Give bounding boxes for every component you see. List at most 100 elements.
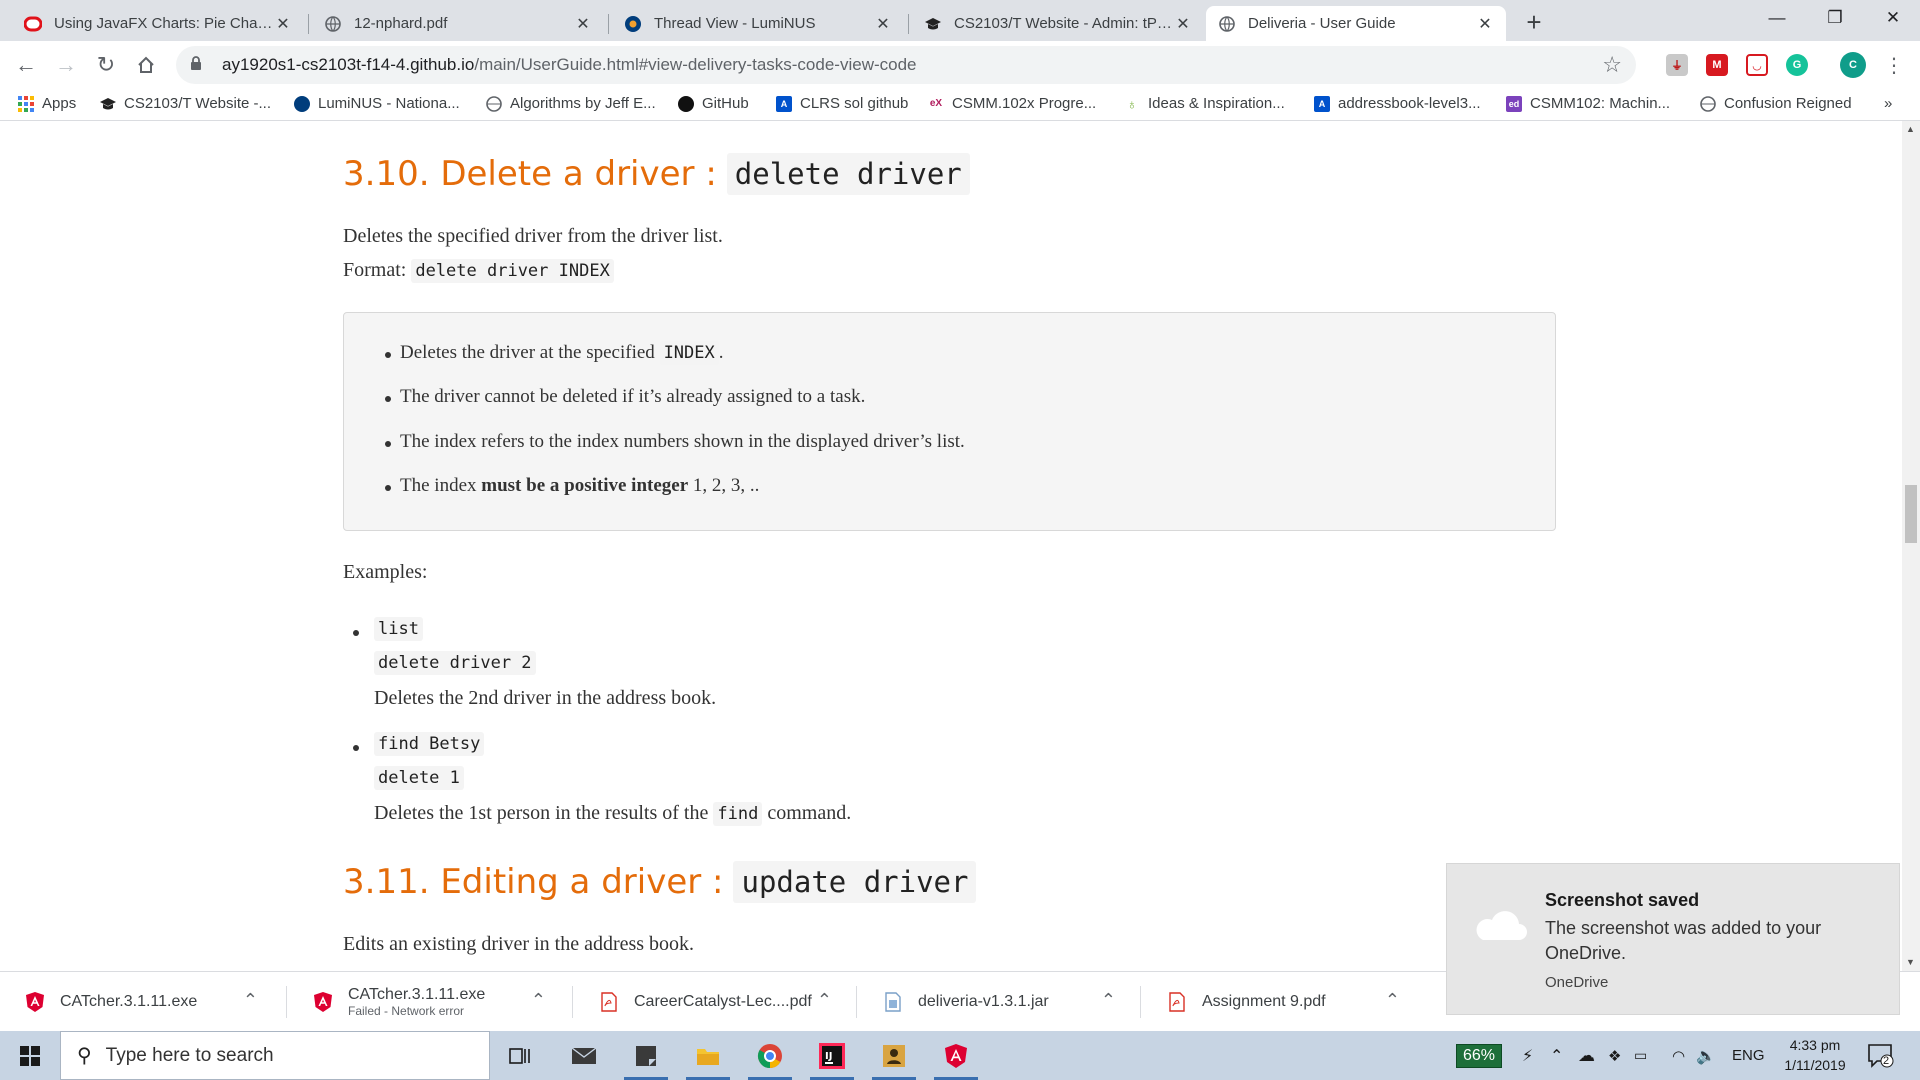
task-view-icon[interactable] — [492, 1031, 548, 1080]
notification-body: The screenshot was added to your OneDriv… — [1545, 918, 1822, 963]
download-item[interactable]: deliveria-v1.3.1.jar ⌃ — [858, 972, 1142, 1032]
pdf-icon — [598, 991, 620, 1013]
scroll-down-icon[interactable]: ▼ — [1906, 957, 1915, 967]
chevron-up-icon[interactable]: ⌃ — [1550, 1031, 1563, 1080]
atlassian-icon: A — [776, 95, 792, 112]
battery-icon[interactable]: ▭ — [1634, 1031, 1647, 1080]
windows-taskbar: ⚲ Type here to search IJ 66% ⚡ ⌃ ☁ ❖ ▭ ◠… — [0, 1031, 1920, 1080]
section-description: Edits an existing driver in the address … — [343, 933, 695, 955]
profile-avatar[interactable]: C — [1840, 52, 1866, 78]
close-tab-icon[interactable]: ✕ — [1476, 14, 1494, 34]
mcafee-extension-icon[interactable]: M — [1706, 54, 1728, 76]
reload-icon[interactable]: ↻ — [90, 49, 122, 81]
bookmark-algorithms[interactable]: Algorithms by Jeff E... — [486, 95, 656, 112]
dropbox-icon[interactable]: ❖ — [1608, 1031, 1621, 1080]
bookmark-label: LumiNUS - Nationa... — [318, 95, 460, 112]
example-code: find — [713, 802, 763, 826]
chevron-up-icon[interactable]: ⌃ — [243, 990, 258, 1011]
download-item[interactable]: CATcher.3.1.11.exe ⌃ — [0, 972, 284, 1032]
example-text: Deletes the 1st person in the results of… — [374, 802, 709, 824]
contacts-app-icon[interactable] — [866, 1031, 922, 1080]
tab-luminus[interactable]: Thread View - LumiNUS ✕ — [612, 6, 904, 41]
scrollbar-thumb[interactable] — [1905, 485, 1917, 543]
file-explorer-icon[interactable] — [680, 1031, 736, 1080]
onedrive-tray-icon[interactable]: ☁ — [1578, 1031, 1595, 1080]
volume-icon[interactable]: 🔈 — [1696, 1031, 1716, 1080]
bookmark-clrs-sol[interactable]: A CLRS sol github — [776, 95, 908, 112]
bookmark-github[interactable]: GitHub — [678, 95, 749, 112]
svg-text:IJ: IJ — [825, 1051, 832, 1062]
divider — [572, 986, 573, 1018]
download-item[interactable]: CATcher.3.1.11.exe Failed - Network error… — [288, 972, 572, 1032]
close-tab-icon[interactable]: ✕ — [274, 14, 292, 34]
forward-icon[interactable]: → — [50, 49, 82, 81]
new-tab-icon[interactable]: + — [1520, 8, 1548, 36]
close-tab-icon[interactable]: ✕ — [574, 14, 592, 34]
chevron-up-icon[interactable]: ⌃ — [1101, 990, 1116, 1011]
wifi-icon[interactable]: ◠ — [1672, 1031, 1685, 1080]
tab-deliveria-user-guide[interactable]: Deliveria - User Guide ✕ — [1206, 6, 1506, 41]
page-scrollbar[interactable]: ▲ ▼ — [1902, 121, 1920, 971]
github-icon — [678, 95, 694, 112]
tab-javafx-charts[interactable]: Using JavaFX Charts: Pie Chart | J… ✕ — [12, 6, 304, 41]
intellij-idea-icon[interactable]: IJ — [804, 1031, 860, 1080]
chrome-icon[interactable] — [742, 1031, 798, 1080]
globe-icon — [486, 95, 502, 112]
acrobat-extension-icon[interactable]: ⏚ — [1666, 54, 1688, 76]
tab-12-nphard[interactable]: 12-nphard.pdf ✕ — [312, 6, 604, 41]
back-icon[interactable]: ← — [10, 49, 42, 81]
close-tab-icon[interactable]: ✕ — [874, 14, 892, 34]
mail-app-icon[interactable] — [556, 1031, 612, 1080]
example-item: find Betsy — [374, 732, 485, 756]
bookmark-label: CS2103/T Website -... — [124, 95, 272, 112]
scroll-up-icon[interactable]: ▲ — [1906, 124, 1915, 134]
chevron-up-icon[interactable]: ⌃ — [1385, 990, 1400, 1011]
angular-icon — [312, 991, 334, 1013]
chevron-up-icon[interactable]: ⌃ — [531, 990, 546, 1011]
clock-date: 1/11/2019 — [1784, 1057, 1846, 1073]
action-center-icon[interactable]: 2 — [1868, 1031, 1894, 1080]
bookmark-csmm102x[interactable]: eX CSMM.102x Progre... — [928, 95, 1096, 112]
bookmarks-bar: Apps CS2103/T Website -... LumiNUS - Nat… — [0, 89, 1920, 121]
bookmark-ideas[interactable]: ♁ Ideas & Inspiration... — [1124, 95, 1285, 112]
close-tab-icon[interactable]: ✕ — [1174, 14, 1192, 34]
close-window-icon[interactable]: ✕ — [1862, 0, 1920, 36]
language-indicator[interactable]: ENG — [1732, 1031, 1765, 1080]
battery-indicator[interactable]: 66% — [1456, 1031, 1503, 1080]
tab-cs2103-admin[interactable]: CS2103/T Website - Admin: tP: D… ✕ — [912, 6, 1204, 41]
onedrive-notification[interactable]: Screenshot saved The screenshot was adde… — [1446, 863, 1900, 1015]
chevron-up-icon[interactable]: ⌃ — [817, 990, 832, 1011]
example-code: delete 1 — [374, 766, 464, 790]
bookmark-apps[interactable]: Apps — [18, 95, 76, 112]
bookmark-csmm102[interactable]: ed CSMM102: Machin... — [1506, 95, 1670, 112]
power-plug-icon: ⚡ — [1522, 1047, 1534, 1065]
bookmark-addressbook[interactable]: Aaddressbook-level3... — [1314, 95, 1481, 112]
menu-kebab-icon[interactable]: ⋮ — [1878, 49, 1910, 81]
grammarly-extension-icon[interactable]: G — [1786, 54, 1808, 76]
bookmark-star-icon[interactable]: ☆ — [1602, 52, 1622, 78]
bullet-icon — [385, 485, 391, 491]
ed-icon: ed — [1506, 95, 1522, 112]
download-item[interactable]: Assignment 9.pdf ⌃ — [1142, 972, 1426, 1032]
download-item[interactable]: CareerCatalyst-Lec....pdf ⌃ — [574, 972, 858, 1032]
minimize-icon[interactable]: — — [1746, 0, 1808, 36]
pocket-extension-icon[interactable]: ◡ — [1746, 54, 1768, 76]
windows-start-icon[interactable] — [0, 1031, 60, 1080]
taskbar-search-box[interactable]: ⚲ Type here to search — [60, 1031, 490, 1080]
onedrive-cloud-icon — [1476, 911, 1527, 940]
home-icon[interactable] — [130, 49, 162, 81]
divider — [1140, 986, 1141, 1018]
heading-text: 3.11. Editing a driver : — [343, 862, 724, 902]
bookmark-label: CLRS sol github — [800, 95, 909, 112]
restore-icon[interactable]: ❐ — [1804, 0, 1866, 36]
bookmark-cs2103-website[interactable]: CS2103/T Website -... — [100, 95, 271, 112]
angular-icon[interactable] — [928, 1031, 984, 1080]
address-bar[interactable]: ay1920s1-cs2103t-f14-4.github.io/main/Us… — [176, 46, 1636, 84]
bookmark-confusion-reigned[interactable]: Confusion Reigned — [1700, 95, 1852, 112]
clock[interactable]: 4:33 pm 1/11/2019 — [1770, 1035, 1860, 1075]
download-filename: Assignment 9.pdf — [1202, 993, 1326, 1010]
more-bookmarks-icon[interactable]: » — [1884, 95, 1892, 112]
globe-icon — [1218, 15, 1236, 33]
sticky-notes-app-icon[interactable] — [618, 1031, 674, 1080]
bookmark-luminus[interactable]: LumiNUS - Nationa... — [294, 95, 460, 112]
